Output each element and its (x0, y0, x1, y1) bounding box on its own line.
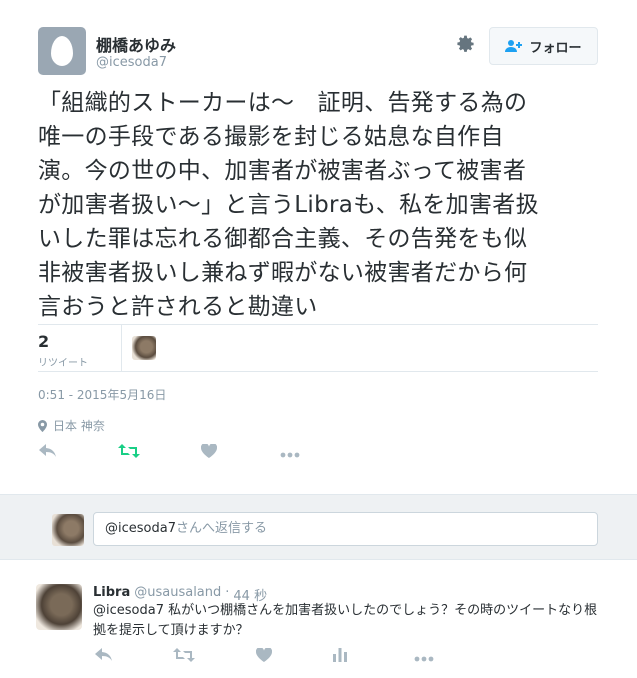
location-label: 日本 神奈 (53, 419, 105, 433)
follow-button[interactable]: フォロー (489, 27, 598, 65)
retweet-icon[interactable] (117, 443, 141, 463)
reply-input[interactable]: @icesoda7さんへ返信する (93, 512, 598, 546)
heart-icon[interactable] (197, 443, 221, 463)
reply-author-avatar[interactable] (36, 584, 82, 630)
reply-placeholder: さんへ返信する (175, 521, 267, 536)
gear-icon[interactable] (455, 34, 477, 56)
more-icon[interactable] (278, 443, 302, 463)
bar-chart-icon[interactable] (328, 647, 352, 667)
reply-tweet[interactable]: Libra @usausaland · 44 秒 @icesoda7 私がいつ棚… (0, 561, 637, 678)
heart-icon[interactable] (252, 647, 276, 667)
reply-icon[interactable] (36, 443, 60, 463)
reply-icon[interactable] (92, 647, 116, 667)
more-icon[interactable] (412, 647, 436, 667)
retweet-icon[interactable] (172, 647, 196, 667)
retweeter-avatar[interactable] (132, 336, 156, 360)
author-name[interactable]: 棚橋あゆみ (96, 32, 176, 56)
reply-mention: @icesoda7 (105, 521, 176, 536)
location-pin-icon (38, 419, 47, 432)
retweet-count[interactable]: 2 (38, 332, 49, 351)
add-user-icon (505, 39, 523, 53)
tweet-location[interactable]: 日本 神奈 (38, 417, 105, 434)
tweet-card: 棚橋あゆみ @icesoda7 フォロー 「組織的ストーカーは～ 証明、告発する… (0, 0, 637, 494)
stats-divider (121, 325, 122, 372)
tweet-text: 「組織的ストーカーは～ 証明、告発する為の 唯一の手段である撮影を封じる姑息な自… (38, 90, 539, 320)
reply-text: @icesoda7 私がいつ棚橋さんを加害者扱いしたのでしょう？その時のツイート… (93, 603, 598, 638)
retweet-count-label[interactable]: リツイート (38, 354, 88, 369)
tweet-timestamp[interactable]: 0:51 - 2015年5月16日 (38, 386, 166, 403)
follow-label: フォロー (529, 40, 582, 56)
current-user-avatar (52, 514, 84, 546)
tweet-stats: 2 リツイート (38, 324, 598, 372)
reply-composer: @icesoda7さんへ返信する (0, 494, 637, 560)
author-handle[interactable]: @icesoda7 (96, 55, 167, 70)
author-avatar[interactable] (38, 27, 86, 75)
